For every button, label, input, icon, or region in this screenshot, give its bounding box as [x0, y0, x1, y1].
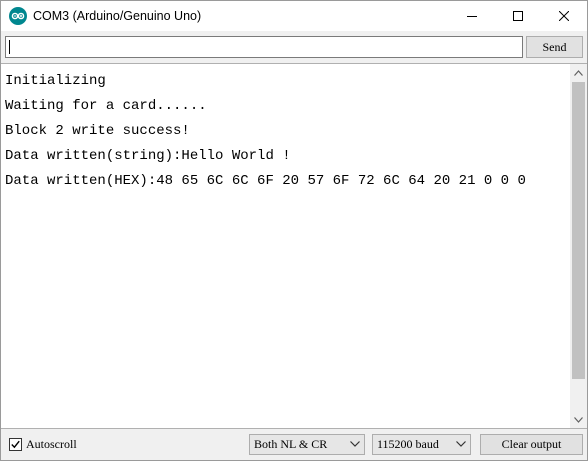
window-title: COM3 (Arduino/Genuino Uno) — [33, 9, 202, 23]
close-icon — [559, 11, 569, 21]
vertical-scrollbar[interactable] — [570, 64, 587, 428]
scroll-down-button[interactable] — [570, 411, 587, 428]
send-button[interactable]: Send — [526, 36, 583, 58]
arduino-logo-icon — [9, 7, 27, 25]
send-bar: Send — [1, 31, 587, 63]
minimize-button[interactable] — [449, 1, 495, 31]
scroll-up-icon — [574, 69, 583, 76]
line-ending-select[interactable]: Both NL & CR — [249, 434, 365, 455]
scroll-down-icon — [574, 416, 583, 423]
baud-rate-value: 115200 baud — [377, 437, 439, 451]
bottom-bar: Autoscroll Both NL & CR 115200 baud Clea… — [1, 429, 587, 460]
scroll-up-button[interactable] — [570, 64, 587, 81]
line-ending-value: Both NL & CR — [254, 437, 328, 451]
clear-output-button[interactable]: Clear output — [480, 434, 583, 455]
autoscroll-toggle[interactable]: Autoscroll — [9, 437, 77, 452]
output-line: Data written(HEX):48 65 6C 6C 6F 20 57 6… — [5, 173, 526, 189]
maximize-icon — [513, 11, 523, 21]
baud-rate-select[interactable]: 115200 baud — [372, 434, 471, 455]
output-line: Initializing — [5, 73, 106, 89]
scroll-thumb[interactable] — [572, 82, 585, 379]
text-caret — [9, 40, 10, 54]
autoscroll-label: Autoscroll — [26, 437, 77, 451]
close-button[interactable] — [541, 1, 587, 31]
output-line: Block 2 write success! — [5, 123, 190, 139]
window-controls — [449, 1, 587, 31]
checkmark-icon — [11, 440, 20, 449]
minimize-icon — [467, 16, 477, 17]
title-bar[interactable]: COM3 (Arduino/Genuino Uno) — [1, 1, 587, 31]
output-line: Data written(string):Hello World ! — [5, 148, 291, 164]
autoscroll-checkbox[interactable] — [9, 438, 22, 451]
output-line: Waiting for a card...... — [5, 98, 207, 114]
chevron-down-icon — [350, 441, 360, 447]
serial-input[interactable] — [5, 36, 523, 58]
output-lines: Initializing Waiting for a card...... Bl… — [5, 69, 565, 194]
serial-monitor-window: COM3 (Arduino/Genuino Uno) Send Initiali… — [0, 0, 588, 461]
chevron-down-icon — [456, 441, 466, 447]
serial-output[interactable]: Initializing Waiting for a card...... Bl… — [1, 63, 587, 429]
maximize-button[interactable] — [495, 1, 541, 31]
